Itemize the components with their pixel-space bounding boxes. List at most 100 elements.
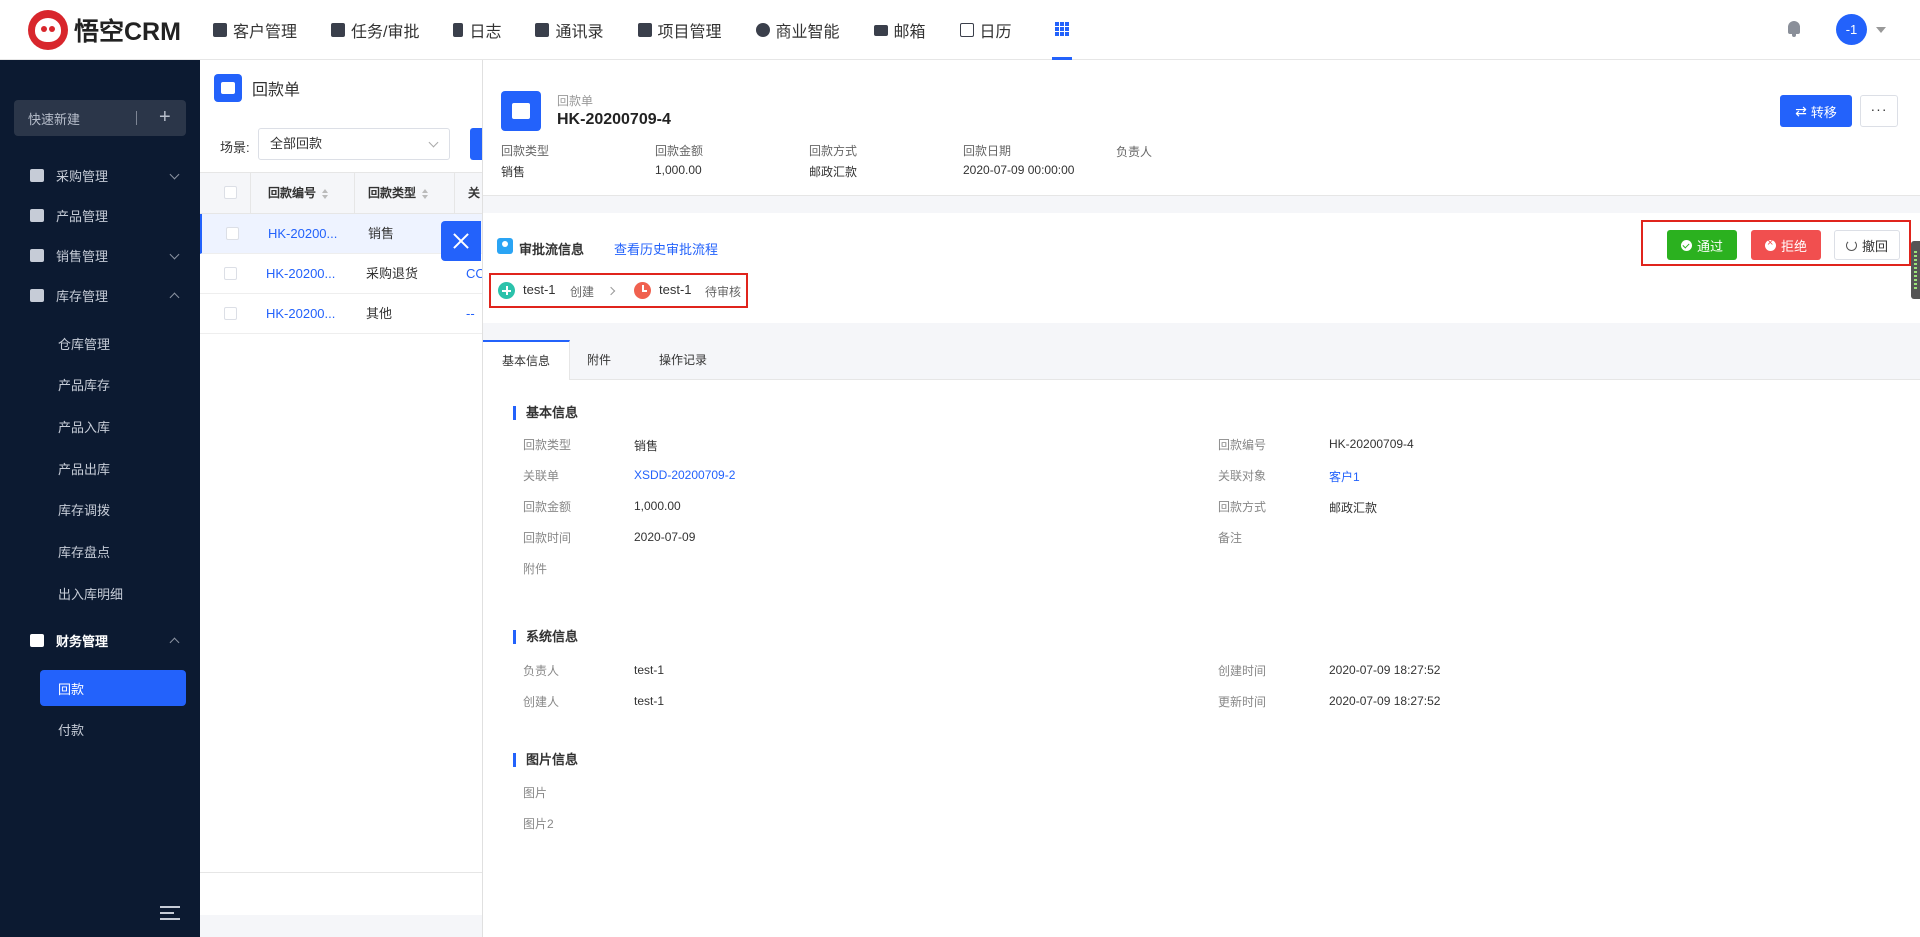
plus-icon[interactable]: + <box>159 106 171 128</box>
nav-project[interactable]: 项目管理 <box>637 0 722 60</box>
divider <box>136 111 137 125</box>
table-row[interactable]: HK-20200... 销售 <box>200 214 482 254</box>
quick-new-button[interactable]: 快速新建 + <box>14 100 186 136</box>
chevron-up-icon <box>169 637 180 648</box>
detail-header: 回款单 HK-20200709-4 ⇄ 转移 ··· 回款类型 销售 回款金额 1… <box>483 60 1920 196</box>
row-checkbox[interactable] <box>224 267 237 280</box>
sort-icon[interactable] <box>322 188 329 199</box>
field-label: 图片2 <box>523 817 554 831</box>
sidebar-group-product[interactable]: 产品管理 <box>0 197 200 233</box>
nav-contacts[interactable]: 通讯录 <box>535 0 604 60</box>
row-checkbox[interactable] <box>226 227 239 240</box>
group-label: 财务管理 <box>56 633 109 649</box>
history-flow-link[interactable]: 查看历史审批流程 <box>614 239 718 258</box>
summary-value: 2020-07-09 00:00:00 <box>963 163 1075 177</box>
sidebar-group-finance[interactable]: 财务管理 <box>0 622 200 658</box>
summary-value: 1,000.00 <box>655 163 702 177</box>
table-row[interactable]: HK-20200... 采购退货 CC <box>200 254 485 294</box>
sidebar-item-receivable[interactable]: 回款 <box>40 670 186 706</box>
close-circle-icon <box>1764 237 1776 251</box>
sidebar-item-payment[interactable]: 付款 <box>40 711 186 747</box>
scene-select[interactable]: 全部回款 <box>258 128 450 160</box>
collapse-menu-icon[interactable] <box>160 906 180 920</box>
reject-button[interactable]: 拒绝 <box>1751 230 1821 260</box>
swap-icon: ⇄ <box>1795 102 1807 119</box>
related-order-link[interactable]: XSDD-20200709-2 <box>634 468 735 482</box>
chevron-down-icon <box>169 249 180 260</box>
step-status: 待审核 <box>705 285 742 299</box>
summary-value: 销售 <box>501 165 526 179</box>
action-button[interactable] <box>470 128 482 160</box>
tab-basic-info[interactable]: 基本信息 <box>483 340 571 380</box>
divider <box>200 872 482 873</box>
cell-type: 其他 <box>366 306 393 321</box>
field-label: 回款编号 <box>1218 438 1267 452</box>
approve-button[interactable]: 通过 <box>1667 230 1737 260</box>
sidebar-item-transfer[interactable]: 库存调拨 <box>40 491 186 527</box>
avatar[interactable]: -1 <box>1836 14 1867 45</box>
app-logo[interactable]: 悟空CRM <box>28 10 181 50</box>
tab-attachments[interactable]: 附件 <box>568 340 630 380</box>
tab-operation-log[interactable]: 操作记录 <box>640 340 726 380</box>
nav-label: 商业智能 <box>775 24 840 41</box>
nav-customer[interactable]: 客户管理 <box>213 0 297 60</box>
sidebar-item-stock-out[interactable]: 产品出库 <box>40 450 186 486</box>
column-header-related[interactable]: 关 <box>468 173 480 213</box>
field-value: 2020-07-09 18:27:52 <box>1329 663 1441 677</box>
nav-label: 客户管理 <box>233 24 298 41</box>
sidebar-item-in-out-detail[interactable]: 出入库明细 <box>40 575 186 611</box>
field-value: 1,000.00 <box>634 499 681 513</box>
step-user: test-1 <box>523 282 556 297</box>
column-header-code[interactable]: 回款编号 <box>268 173 329 213</box>
nav-log[interactable]: 日志 <box>453 0 501 60</box>
nav-task-approval[interactable]: 任务/审批 <box>331 0 419 60</box>
bell-icon[interactable] <box>1786 20 1802 38</box>
top-bar: 悟空CRM 客户管理 任务/审批 日志 通讯录 项目管理 商业智能 邮箱 日历 … <box>0 0 1920 60</box>
more-button[interactable]: ··· <box>1860 95 1898 127</box>
cell-code[interactable]: HK-20200... <box>268 214 337 254</box>
sort-icon[interactable] <box>422 188 429 199</box>
cell-code[interactable]: HK-20200... <box>266 254 335 294</box>
sidebar-item-product-stock[interactable]: 产品库存 <box>40 366 186 402</box>
step-status: 创建 <box>570 285 595 299</box>
related-object-link[interactable]: 客户1 <box>1329 468 1360 485</box>
caret-down-icon[interactable] <box>1876 27 1886 33</box>
calendar-icon <box>959 23 974 37</box>
chevron-down-icon <box>169 169 180 180</box>
page-header: 回款单 <box>214 74 300 102</box>
field-label: 备注 <box>1218 531 1243 545</box>
field-value: 邮政汇款 <box>1329 501 1378 515</box>
nav-bi[interactable]: 商业智能 <box>755 0 840 60</box>
table-row[interactable]: HK-20200... 其他 -- <box>200 294 482 334</box>
phone-icon <box>535 23 550 37</box>
field-value: 2020-07-09 <box>634 530 696 544</box>
cell-type: 采购退货 <box>366 266 419 281</box>
group-label: 销售管理 <box>56 248 109 264</box>
mail-icon <box>873 24 888 36</box>
sidebar-group-purchase[interactable]: 采购管理 <box>0 157 200 193</box>
sidebar-item-stocktake[interactable]: 库存盘点 <box>40 533 186 569</box>
sidebar-group-inventory[interactable]: 库存管理 <box>0 277 200 313</box>
field-value: HK-20200709-4 <box>1329 437 1414 451</box>
revoke-button[interactable]: 撤回 <box>1834 230 1900 260</box>
column-label: 回款类型 <box>368 186 417 200</box>
sidebar-group-sales[interactable]: 销售管理 <box>0 237 200 273</box>
sidebar-item-stock-in[interactable]: 产品入库 <box>40 408 186 444</box>
quick-new-label: 快速新建 <box>28 111 81 127</box>
close-detail-button[interactable] <box>441 221 481 261</box>
select-all-checkbox[interactable] <box>224 186 237 199</box>
nav-calendar[interactable]: 日历 <box>959 0 1012 60</box>
sidebar-item-warehouse[interactable]: 仓库管理 <box>40 325 186 361</box>
apps-grid-button[interactable] <box>1051 0 1072 60</box>
nav-label: 通讯录 <box>555 24 604 41</box>
column-header-type[interactable]: 回款类型 <box>368 173 429 213</box>
detail-subtitle: 回款单 <box>557 94 594 108</box>
transfer-button[interactable]: ⇄ 转移 <box>1780 95 1852 127</box>
nav-mail[interactable]: 邮箱 <box>873 0 926 60</box>
side-scroll-handle[interactable] <box>1911 241 1920 299</box>
cell-related: -- <box>466 306 475 321</box>
field-label: 回款金额 <box>523 500 572 514</box>
field-label: 更新时间 <box>1218 695 1267 709</box>
cell-code[interactable]: HK-20200... <box>266 294 335 334</box>
row-checkbox[interactable] <box>224 307 237 320</box>
